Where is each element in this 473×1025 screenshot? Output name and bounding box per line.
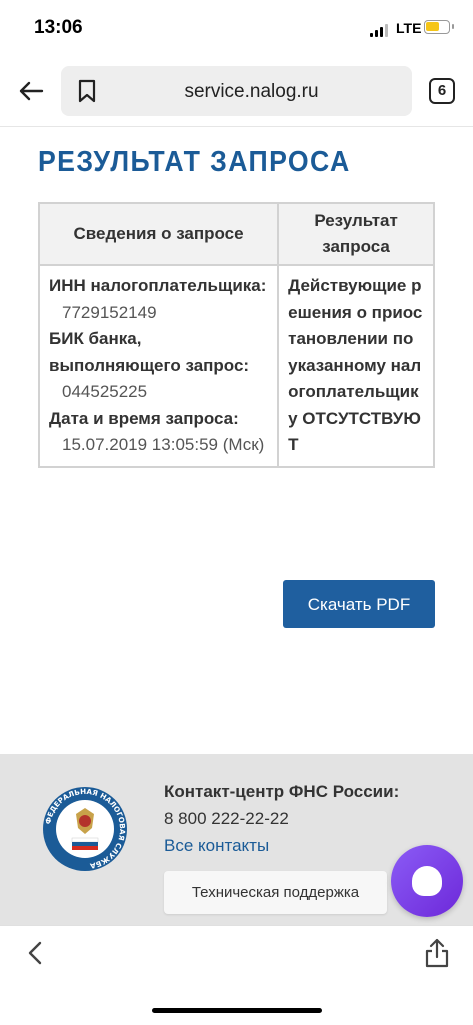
table-header-result: Результат запроса bbox=[277, 202, 435, 266]
result-table: Сведения о запросе Результат запроса ИНН… bbox=[37, 202, 435, 468]
share-icon[interactable] bbox=[424, 938, 450, 968]
home-indicator bbox=[152, 1008, 322, 1013]
status-bar: 13:06 LTE bbox=[0, 0, 473, 56]
bik-value: 044525225 bbox=[62, 382, 148, 401]
bottom-toolbar bbox=[0, 925, 473, 1025]
result-text: Действующие решения о приостановлении по… bbox=[288, 276, 423, 454]
battery-icon bbox=[424, 20, 454, 34]
network-type: LTE bbox=[396, 20, 422, 36]
chevron-left-icon[interactable] bbox=[24, 940, 48, 966]
table-header-request-info: Сведения о запросе bbox=[37, 202, 280, 266]
fns-emblem-logo: ФЕДЕРАЛЬНАЯ НАЛОГОВАЯ СЛУЖБА bbox=[43, 787, 127, 871]
contact-center-title: Контакт-центр ФНС России: bbox=[164, 782, 400, 801]
result-cell: Действующие решения о приостановлении по… bbox=[277, 264, 435, 468]
date-value: 15.07.2019 13:05:59 (Мск) bbox=[62, 435, 265, 454]
date-label: Дата и время запроса: bbox=[49, 408, 239, 428]
browser-bar: service.nalog.ru 6 bbox=[0, 56, 473, 127]
page-title: РЕЗУЛЬТАТ ЗАПРОСА bbox=[38, 146, 351, 178]
url-text: service.nalog.ru bbox=[184, 81, 319, 102]
inn-label: ИНН налогоплательщика: bbox=[49, 276, 267, 295]
contact-phone[interactable]: 8 800 222-22-22 bbox=[164, 809, 289, 829]
status-time: 13:06 bbox=[34, 17, 83, 38]
alice-icon bbox=[412, 866, 442, 896]
inn-value: 7729152149 bbox=[62, 302, 157, 322]
back-arrow-icon[interactable] bbox=[18, 78, 44, 104]
voice-assistant-button[interactable] bbox=[391, 845, 463, 917]
table-header-row: Сведения о запросе Результат запроса bbox=[37, 202, 435, 266]
table-row: ИНН налогоплательщика: 7729152149 БИК ба… bbox=[37, 264, 435, 468]
tech-support-button[interactable]: Техническая поддержка bbox=[164, 871, 387, 914]
address-bar[interactable]: service.nalog.ru bbox=[61, 66, 412, 116]
bik-label: БИК банка, выполняющего запрос: bbox=[49, 329, 250, 375]
all-contacts-link[interactable]: Все контакты bbox=[164, 836, 269, 856]
signal-strength-icon bbox=[370, 23, 390, 37]
request-info-cell: ИНН налогоплательщика: 7729152149 БИК ба… bbox=[37, 264, 280, 468]
tabs-icon[interactable]: 6 bbox=[429, 78, 455, 104]
download-pdf-button[interactable]: Скачать PDF bbox=[283, 580, 435, 628]
